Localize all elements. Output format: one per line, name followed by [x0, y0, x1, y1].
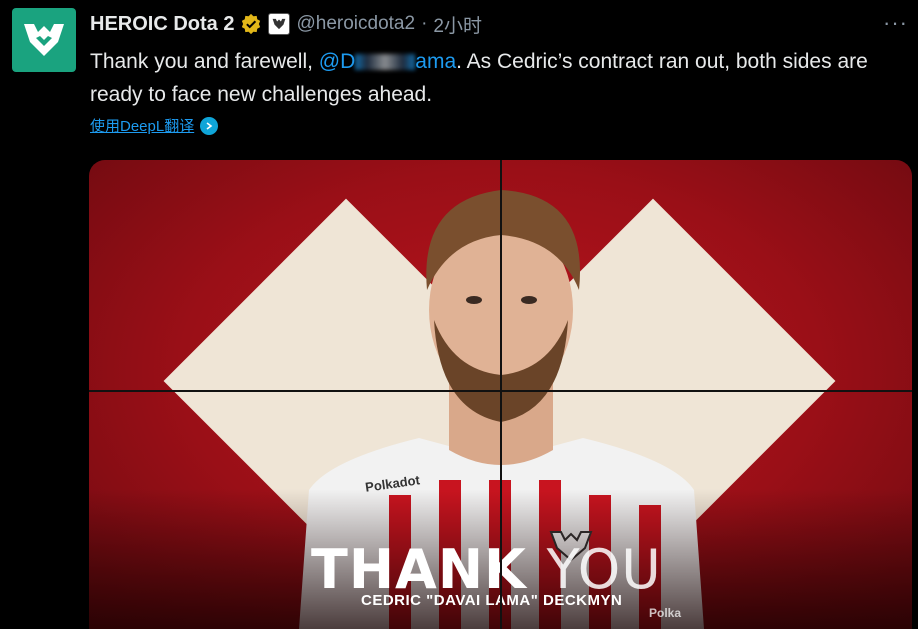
player-name: CEDRIC "DAVAI LAMA" DECKMYN	[361, 592, 623, 609]
mention-link[interactable]: @D ama	[319, 50, 456, 73]
sponsor-logo-bottom: Polka	[649, 606, 682, 620]
separator-dot: ·	[421, 13, 428, 34]
mention-blur	[355, 54, 416, 71]
more-icon[interactable]: ···	[883, 10, 908, 36]
account-avatar[interactable]	[12, 8, 76, 72]
tweet-timestamp[interactable]: 2小时	[433, 11, 482, 38]
tweet-header: HEROIC Dota 2 @heroicdota2 · 2小时	[90, 9, 482, 39]
account-name[interactable]: HEROIC Dota 2	[90, 13, 234, 36]
verified-badge-icon	[242, 13, 261, 35]
translate-link[interactable]: 使用DeepL翻译	[90, 115, 219, 136]
tweet-text: Thank you and farewell, @D ama. As Cedric…	[90, 45, 910, 111]
translate-label: 使用DeepL翻译	[90, 118, 195, 135]
deepl-icon	[200, 116, 219, 135]
divider-vertical	[500, 160, 502, 629]
heroic-logo-icon	[24, 24, 64, 56]
divider-horizontal	[89, 390, 912, 392]
mention-end: ama	[415, 50, 457, 73]
affiliate-badge-icon[interactable]	[268, 13, 291, 35]
mention-start: @D	[318, 50, 356, 73]
account-handle[interactable]: @heroicdota2	[296, 13, 415, 35]
tweet-text-start: Thank you and farewell,	[90, 50, 319, 73]
tweet-media-image[interactable]: Polkadot THANK YOU CEDRIC "DAVAI LAMA" D…	[89, 160, 912, 629]
